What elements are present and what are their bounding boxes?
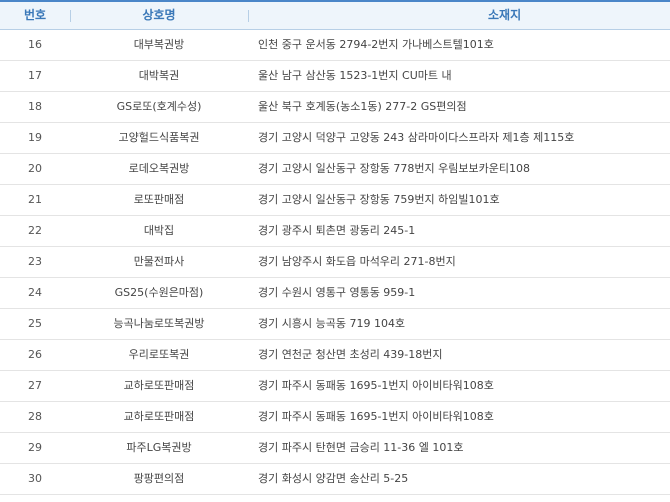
row-store-name: 로또판매점	[133, 193, 185, 206]
store-table: 번호 상호명 소재지 16 대부복권방 인천 중구 운서동 2794-2번지 가나베…	[0, 0, 670, 502]
row-address: 경기 파주시 탄현면 금승리 11-36 엘 101호	[258, 441, 464, 454]
row-store-name: 만물전파사	[133, 255, 185, 268]
row-address: 경기 파주시 동패동 1695-1번지 아이비타워108호	[258, 379, 494, 392]
table-row: 23 만물전파사 경기 남양주시 화도읍 마석우리 271-8번지	[0, 247, 670, 278]
row-store-name: 파주LG복권방	[126, 441, 192, 454]
table-row: 27 교하로또판매점 경기 파주시 동패동 1695-1번지 아이비타워108호	[0, 371, 670, 402]
table-row: 30 팡팡편의점 경기 화성시 양감면 송산리 5-25	[0, 464, 670, 495]
table-header: 번호 상호명 소재지	[0, 0, 670, 30]
row-number: 30	[28, 472, 42, 485]
row-number: 27	[28, 379, 42, 392]
row-store-name: GS로또(호계수성)	[116, 100, 202, 113]
row-address: 경기 남양주시 화도읍 마석우리 271-8번지	[258, 255, 456, 268]
table-row: 20 로데오복권방 경기 고양시 일산동구 장항동 778번지 우림보보카운티108	[0, 154, 670, 185]
table-row: 21 로또판매점 경기 고양시 일산동구 장항동 759번지 하임빌101호	[0, 185, 670, 216]
row-store-name: 대박집	[143, 224, 175, 237]
row-store-name: 교하로또판매점	[123, 410, 195, 423]
row-address: 경기 수원시 영통구 영통동 959-1	[258, 286, 416, 299]
row-number: 19	[28, 131, 42, 144]
table-row: 18 GS로또(호계수성) 울산 북구 호계동(농소1동) 277-2 GS편의점	[0, 92, 670, 123]
table-row: 25 능곡나눔로또복권방 경기 시흥시 능곡동 719 104호	[0, 309, 670, 340]
row-number: 28	[28, 410, 42, 423]
table-row: 22 대박집 경기 광주시 퇴촌면 광동리 245-1	[0, 216, 670, 247]
table-row: 17 대박복권 울산 남구 삼산동 1523-1번지 CU마트 내	[0, 61, 670, 92]
table-row: 26 우리로또복권 경기 연천군 청산면 초성리 439-18번지	[0, 340, 670, 371]
row-address: 경기 화성시 양감면 송산리 5-25	[258, 472, 409, 485]
row-number: 18	[28, 100, 42, 113]
row-number: 17	[28, 69, 42, 82]
table-row: 16 대부복권방 인천 중구 운서동 2794-2번지 가나베스트텔101호	[0, 30, 670, 61]
row-address: 경기 광주시 퇴촌면 광동리 245-1	[258, 224, 416, 237]
row-address: 경기 고양시 일산동구 장항동 759번지 하임빌101호	[258, 193, 500, 206]
row-number: 25	[28, 317, 42, 330]
row-address: 경기 연천군 청산면 초성리 439-18번지	[258, 348, 443, 361]
header-store-name: 상호명	[70, 2, 248, 29]
row-number: 22	[28, 224, 42, 237]
row-address: 경기 파주시 동패동 1695-1번지 아이비타워108호	[258, 410, 494, 423]
row-number: 23	[28, 255, 42, 268]
row-store-name: 우리로또복권	[128, 348, 190, 361]
row-number: 24	[28, 286, 42, 299]
row-store-name: 능곡나눔로또복권방	[113, 317, 205, 330]
row-address: 경기 고양시 일산동구 장항동 778번지 우림보보카운티108	[258, 162, 530, 175]
row-store-name: 대박복권	[138, 69, 180, 82]
table-row: 19 고양헐드식품복권 경기 고양시 덕양구 고양동 243 삼라마이다스프라자 제…	[0, 123, 670, 154]
row-store-name: 고양헐드식품복권	[118, 131, 200, 144]
table-row: 29 파주LG복권방 경기 파주시 탄현면 금승리 11-36 엘 101호	[0, 433, 670, 464]
row-store-name: 로데오복권방	[128, 162, 190, 175]
row-address: 인천 중구 운서동 2794-2번지 가나베스트텔101호	[258, 38, 494, 51]
row-number: 21	[28, 193, 42, 206]
row-store-name: GS25(수원은마점)	[114, 286, 204, 299]
row-number: 26	[28, 348, 42, 361]
row-store-name: 팡팡편의점	[133, 472, 185, 485]
header-address: 소재지	[248, 2, 670, 29]
table-row: 28 교하로또판매점 경기 파주시 동패동 1695-1번지 아이비타워108호	[0, 402, 670, 433]
row-address: 경기 시흥시 능곡동 719 104호	[258, 317, 406, 330]
row-address: 경기 고양시 덕양구 고양동 243 삼라마이다스프라자 제1층 제115호	[258, 131, 575, 144]
row-address: 울산 북구 호계동(농소1동) 277-2 GS편의점	[258, 100, 467, 113]
row-number: 29	[28, 441, 42, 454]
row-store-name: 대부복권방	[133, 38, 185, 51]
row-store-name: 교하로또판매점	[123, 379, 195, 392]
table-body: 16 대부복권방 인천 중구 운서동 2794-2번지 가나베스트텔101호 17 대박…	[0, 30, 670, 495]
row-address: 울산 남구 삼산동 1523-1번지 CU마트 내	[258, 69, 452, 82]
row-number: 20	[28, 162, 42, 175]
table-row: 24 GS25(수원은마점) 경기 수원시 영통구 영통동 959-1	[0, 278, 670, 309]
row-number: 16	[28, 38, 42, 51]
header-number: 번호	[23, 8, 47, 22]
